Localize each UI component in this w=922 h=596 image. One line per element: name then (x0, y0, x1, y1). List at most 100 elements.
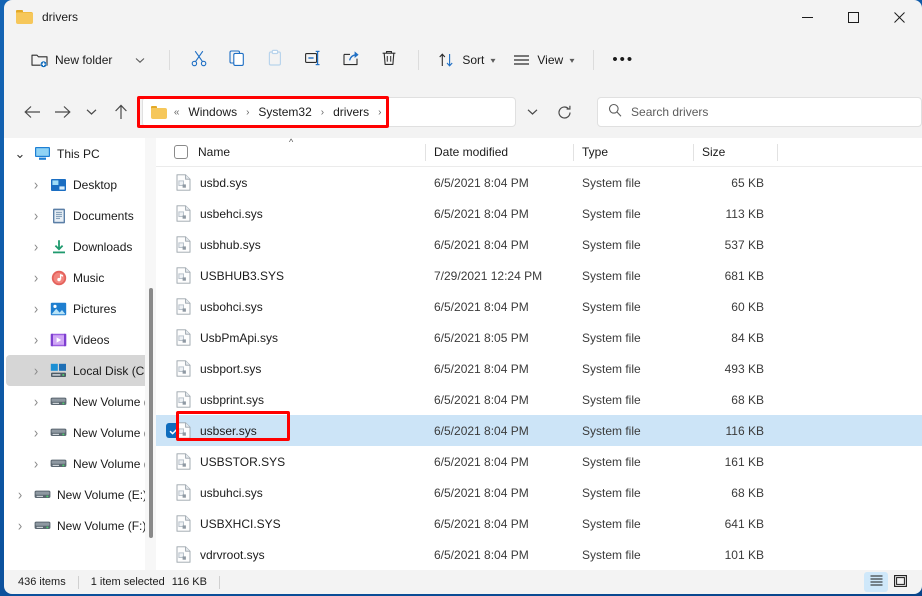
sort-button[interactable]: Sort ▾ (429, 44, 504, 76)
cell-type: System file (582, 516, 641, 531)
toolbar-divider-3 (593, 50, 595, 70)
table-row[interactable]: usbuhci.sys 6/5/2021 8:04 PM System file 68… (156, 477, 922, 508)
sort-label: Sort (462, 53, 485, 67)
more-options-button[interactable]: ••• (604, 44, 642, 76)
table-row[interactable]: usbprint.sys 6/5/2021 8:04 PM System file 6… (156, 384, 922, 415)
chevron-right-icon[interactable]: › (12, 486, 28, 503)
search-input[interactable]: Search drivers (631, 105, 708, 119)
chevron-right-icon[interactable]: › (28, 207, 44, 224)
breadcrumb-overflow[interactable]: « (173, 107, 181, 118)
address-dropdown-button[interactable] (520, 97, 546, 127)
sidebar-item-local-disk-c[interactable]: › Local Disk (C:) (6, 355, 152, 386)
forward-button[interactable] (47, 97, 77, 127)
column-header-type[interactable]: Type (574, 138, 694, 167)
table-row[interactable]: usbehci.sys 6/5/2021 8:04 PM System file 11… (156, 198, 922, 229)
close-button[interactable] (876, 0, 922, 34)
search-box[interactable]: Search drivers (597, 97, 922, 127)
view-button[interactable]: View ▾ (504, 44, 583, 76)
cell-type: System file (582, 454, 641, 469)
table-row[interactable]: usbport.sys 6/5/2021 8:04 PM System file 49… (156, 353, 922, 384)
chevron-down-icon[interactable]: ⌄ (12, 147, 28, 160)
sidebar-item-documents[interactable]: › Documents (6, 200, 152, 231)
file-name: usbport.sys (200, 361, 262, 376)
table-row[interactable]: USBXHCI.SYS 6/5/2021 8:04 PM System file 64… (156, 508, 922, 539)
sidebar-item-new-volume-g[interactable]: › New Volume (G (6, 448, 156, 479)
sidebar-item-new-volume-f[interactable]: › New Volume (F (6, 417, 156, 448)
sidebar-item-downloads[interactable]: › Downloads (6, 231, 152, 262)
videos-icon (50, 331, 67, 348)
back-button[interactable] (18, 97, 48, 127)
sidebar-item-pictures[interactable]: › Pictures (6, 293, 152, 324)
cut-button[interactable] (180, 44, 218, 76)
new-folder-button[interactable]: New folder (22, 44, 121, 76)
system-file-icon (176, 546, 191, 563)
chevron-right-icon[interactable]: › (28, 300, 44, 317)
minimize-button[interactable] (784, 0, 830, 34)
refresh-button[interactable] (550, 97, 580, 127)
column-header-date-modified[interactable]: Date modified (426, 138, 574, 167)
chevron-right-icon[interactable]: › (28, 424, 44, 441)
chevron-right-icon[interactable]: › (28, 238, 44, 255)
sidebar-item-label: New Volume (F (73, 425, 156, 440)
file-name: vdrvroot.sys (200, 547, 265, 562)
cell-name: usbser.sys (156, 422, 426, 439)
sidebar-item-videos[interactable]: › Videos (6, 324, 152, 355)
table-row[interactable]: vdrvroot.sys 6/5/2021 8:04 PM System file 1… (156, 539, 922, 570)
select-all-checkbox[interactable] (174, 145, 188, 159)
sidebar-item-music[interactable]: › Music (6, 262, 152, 293)
system-file-icon (176, 391, 191, 408)
chevron-right-icon[interactable]: › (28, 455, 44, 472)
rename-button[interactable] (294, 44, 332, 76)
chevron-right-icon[interactable]: › (28, 269, 44, 286)
chevron-right-icon[interactable]: › (12, 517, 28, 534)
system-file-icon (176, 515, 191, 532)
up-button[interactable] (106, 97, 136, 127)
details-view-button[interactable] (864, 572, 888, 592)
details-view-icon (870, 575, 883, 589)
table-row[interactable]: usbohci.sys 6/5/2021 8:04 PM System file 60… (156, 291, 922, 322)
cell-name: USBHUB3.SYS (156, 267, 426, 284)
chevron-right-icon[interactable]: › (28, 176, 44, 193)
table-row[interactable]: UsbPmApi.sys 6/5/2021 8:05 PM System file 8… (156, 322, 922, 353)
chevron-right-icon[interactable]: › (28, 393, 44, 410)
sidebar-item-desktop[interactable]: › Desktop (6, 169, 152, 200)
column-header-size[interactable]: Size (694, 138, 778, 167)
cell-date-modified: 6/5/2021 8:04 PM (434, 547, 529, 562)
table-row[interactable]: usbhub.sys 6/5/2021 8:04 PM System file 537… (156, 229, 922, 260)
sidebar-item-new-volume-e[interactable]: › New Volume (E:) (6, 479, 152, 510)
chevron-right-icon[interactable]: › (28, 331, 44, 348)
breadcrumb-segment-system32[interactable]: System32 (254, 103, 315, 121)
maximize-button[interactable] (830, 0, 876, 34)
table-row[interactable]: usbd.sys 6/5/2021 8:04 PM System file 65 KB (156, 167, 922, 198)
file-name: usbuhci.sys (200, 485, 263, 500)
sidebar-item-label: This PC (57, 146, 100, 161)
table-row[interactable]: usbser.sys 6/5/2021 8:04 PM System file 116… (156, 415, 922, 446)
status-bar: 436 items 1 item selected 116 KB (4, 570, 922, 594)
copy-button[interactable] (218, 44, 256, 76)
large-icons-view-button[interactable] (888, 572, 912, 592)
sidebar-item-new-volume-f[interactable]: › New Volume (F:) (6, 510, 152, 541)
table-row[interactable]: USBSTOR.SYS 6/5/2021 8:04 PM System file 16… (156, 446, 922, 477)
file-name: usbehci.sys (200, 206, 263, 221)
new-folder-dropdown[interactable] (121, 44, 159, 76)
breadcrumb-segment-windows[interactable]: Windows (184, 103, 241, 121)
breadcrumb-segment-drivers[interactable]: drivers (329, 103, 373, 121)
sidebar-item-this-pc[interactable]: ⌄ This PC (6, 138, 152, 169)
cell-size: 641 KB (724, 516, 764, 531)
share-button[interactable] (332, 44, 370, 76)
table-row[interactable]: USBHUB3.SYS 7/29/2021 12:24 PM System file… (156, 260, 922, 291)
delete-button[interactable] (370, 44, 408, 76)
music-icon (50, 269, 67, 286)
breadcrumb-separator-trailing[interactable]: › (377, 107, 382, 118)
navigation-pane[interactable]: ⌄ This PC › Desktop › Documents › Downloads › Mus… (4, 138, 156, 570)
window-title: drivers (42, 10, 79, 24)
status-divider (77, 575, 79, 589)
sidebar-scrollbar-thumb[interactable] (149, 288, 153, 538)
address-bar: « Windows › System32 › drivers › Search … (4, 86, 922, 138)
sidebar-item-new-volume-e[interactable]: › New Volume (E (6, 386, 156, 417)
command-bar: New folder Sort ▾ View ▾ ••• (4, 34, 922, 86)
breadcrumb[interactable]: « Windows › System32 › drivers › (141, 97, 516, 127)
chevron-right-icon[interactable]: › (28, 362, 44, 379)
recent-locations-button[interactable] (77, 97, 107, 127)
cell-name: usbuhci.sys (156, 484, 426, 501)
